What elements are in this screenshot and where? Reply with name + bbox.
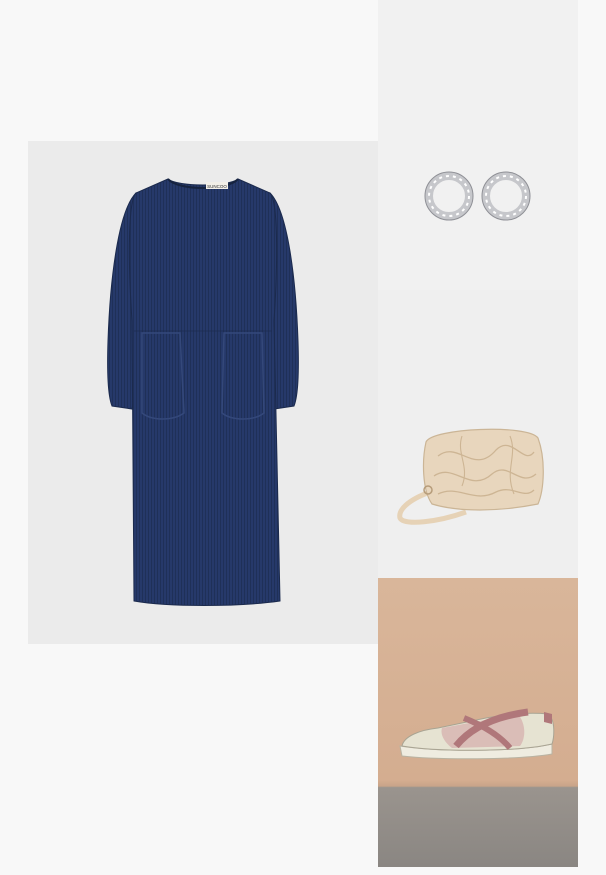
dress-product-tile[interactable]: SUNCOO — [28, 141, 378, 644]
hoop-earrings-icon — [424, 171, 531, 221]
quilted-bag-icon — [397, 428, 544, 525]
bag-product-tile[interactable] — [378, 290, 578, 578]
shoe-product-tile[interactable] — [378, 578, 578, 867]
ballet-sneaker-icon — [399, 708, 555, 760]
dress-icon: SUNCOO — [107, 178, 299, 606]
dress-brand-label: SUNCOO — [207, 184, 227, 189]
earrings-product-tile[interactable] — [378, 0, 578, 290]
